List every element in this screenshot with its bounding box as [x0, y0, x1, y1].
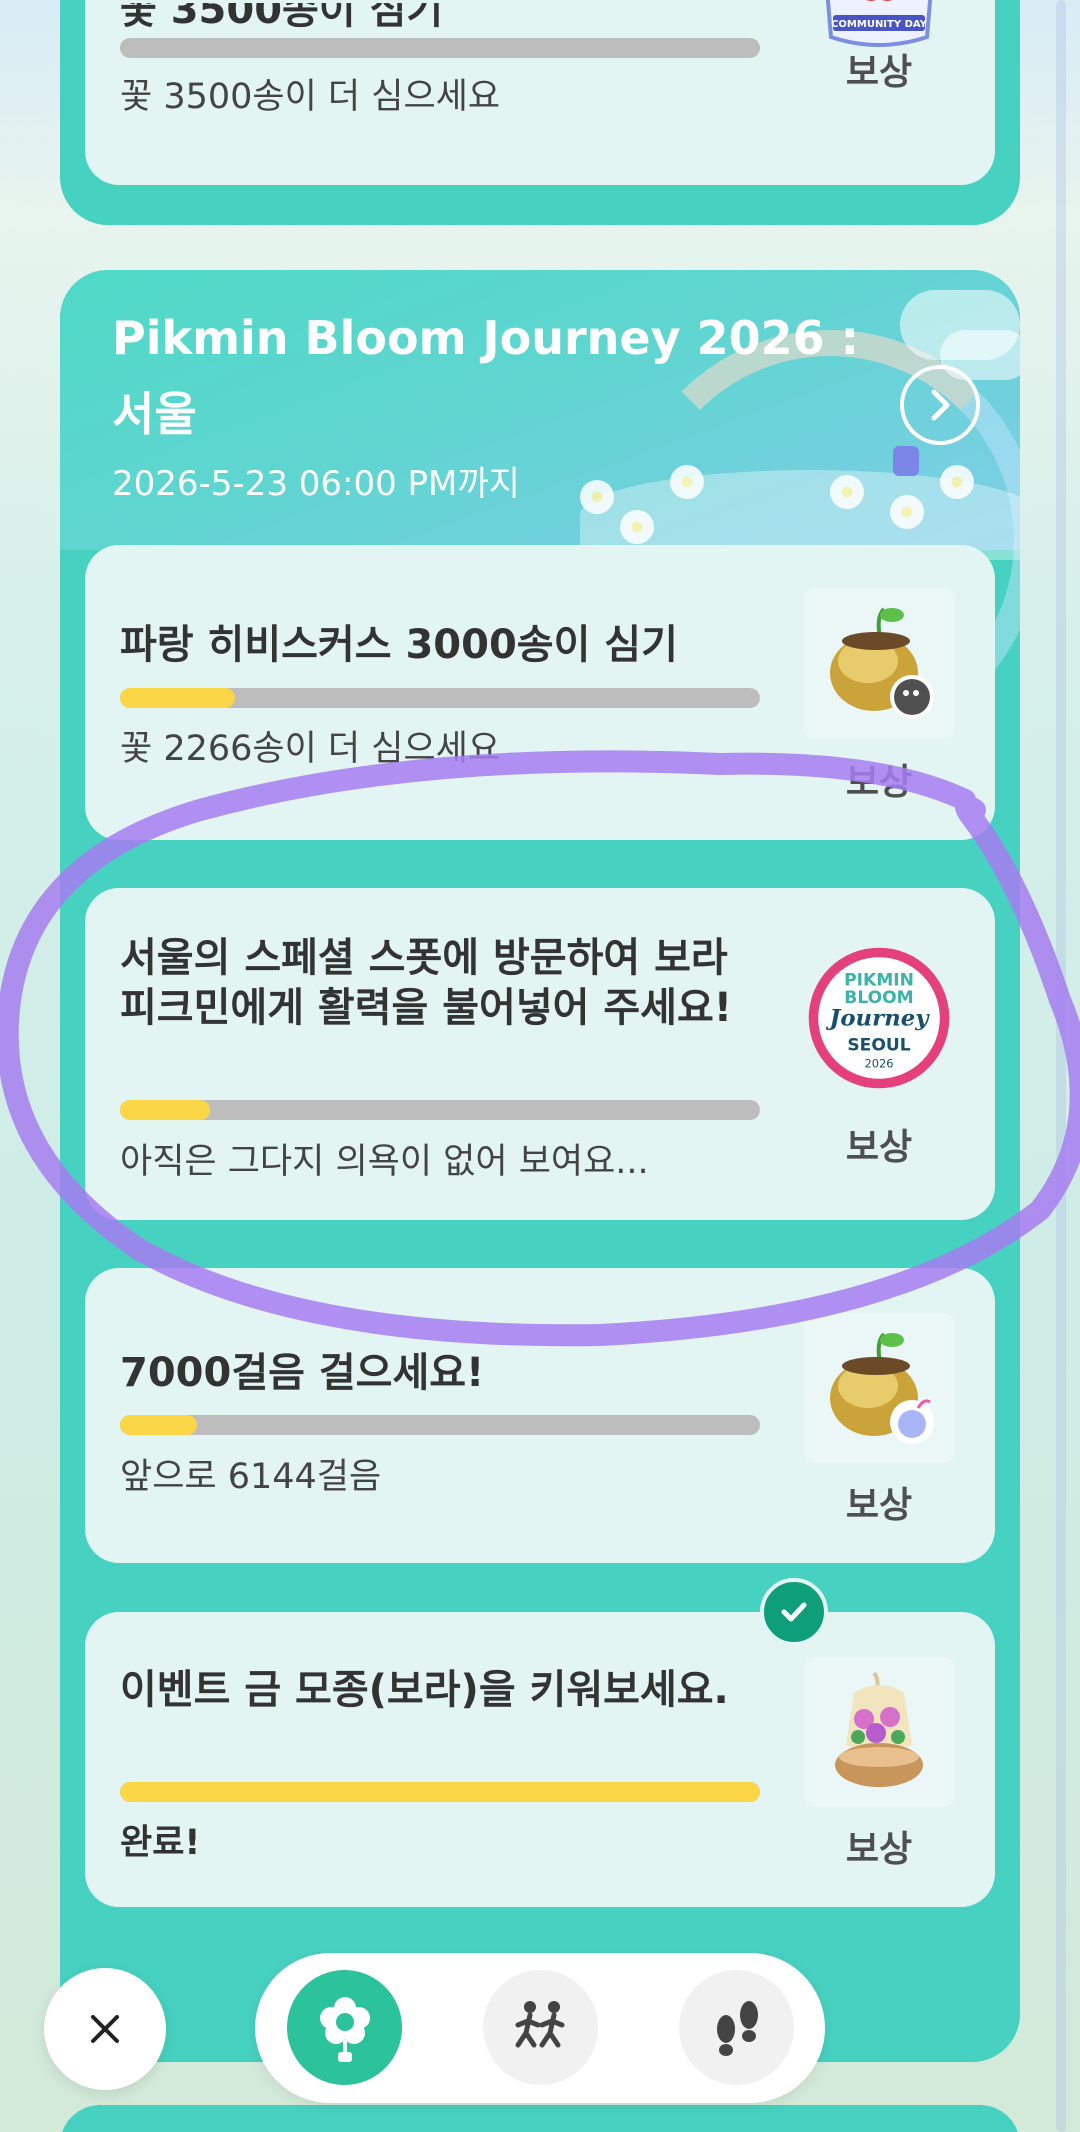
reward-image[interactable]	[803, 588, 955, 738]
scrollbar[interactable]	[1056, 0, 1066, 2132]
flower-bundle-icon	[835, 1671, 923, 1787]
event-title: Pikmin Bloom Journey 2026 : 서울	[112, 311, 860, 441]
task-subtitle: 아직은 그다지 의욕이 없어 보여요...	[120, 1142, 649, 1182]
next-event-panel	[60, 2105, 1020, 2132]
task-card-flowers-3500[interactable]: 꽃 3500송이 심기 꽃 3500송이 더 심으세요 COMMUNITY DA…	[85, 0, 995, 185]
progress-bar	[120, 688, 760, 708]
gold-pot-ice-icon	[830, 1332, 934, 1444]
reward-label: 보상	[845, 762, 913, 803]
progress-fill	[120, 688, 236, 708]
task-title: 꽃 3500송이 심기	[120, 0, 444, 33]
reward-image[interactable]: PIKMIN BLOOM Journey SEOUL 2026	[803, 943, 955, 1093]
progress-bar	[120, 1782, 760, 1802]
close-button[interactable]	[44, 1968, 166, 2090]
page-indicator	[893, 446, 919, 476]
reward-label: 보상	[845, 1127, 913, 1168]
nav-item-steps[interactable]	[679, 1970, 794, 2085]
task-subtitle: 꽃 3500송이 더 심으세요	[120, 77, 501, 117]
task-title: 이벤트 금 모종(보라)을 키워보세요.	[120, 1667, 729, 1713]
reward-image[interactable]	[803, 1657, 955, 1807]
progress-bar	[120, 1415, 760, 1435]
task-subtitle: 완료!	[120, 1823, 201, 1863]
task-card-blue-hibiscus[interactable]: 파랑 히비스커스 3000송이 심기 꽃 2266송이 더 심으세요 보상	[85, 545, 995, 840]
flower-decoration	[670, 465, 704, 499]
flower-decoration	[830, 475, 864, 509]
task-title: 서울의 스페셜 스폿에 방문하여 보라피크민에게 활력을 불어넣어 주세요!	[120, 935, 733, 1031]
task-subtitle: 꽃 2266송이 더 심으세요	[120, 729, 501, 769]
progress-fill	[120, 1415, 197, 1435]
progress-fill	[120, 1100, 210, 1120]
journey-seoul-badge-icon: PIKMIN BLOOM Journey SEOUL 2026	[808, 947, 950, 1089]
bottom-nav	[255, 1953, 825, 2103]
progress-fill	[120, 1782, 760, 1802]
chevron-right-icon	[931, 389, 950, 421]
flower-decoration	[580, 480, 614, 514]
reward-label: 보상	[845, 52, 913, 93]
task-card-grow-seedling[interactable]: 이벤트 금 모종(보라)을 키워보세요. 완료! 보상	[85, 1578, 995, 1907]
badge-line: Journey	[826, 1006, 931, 1032]
top-event-panel: 꽃 3500송이 심기 꽃 3500송이 더 심으세요 COMMUNITY DA…	[60, 0, 1020, 225]
completed-badge	[760, 1578, 828, 1646]
progress-bar	[120, 38, 760, 58]
flower-decoration	[890, 495, 924, 529]
footprints-icon	[716, 2000, 758, 2056]
task-card-steps[interactable]: 7000걸음 걸으세요! 앞으로 6144걸음 보상	[85, 1268, 995, 1563]
task-card-special-spot[interactable]: 서울의 스페셜 스폿에 방문하여 보라피크민에게 활력을 불어넣어 주세요! 아…	[85, 888, 995, 1220]
badge-line: SEOUL	[847, 1035, 910, 1055]
event-detail-button[interactable]	[900, 365, 980, 445]
progress-bar	[120, 1100, 760, 1120]
runners-icon	[515, 2000, 564, 2047]
reward-label: 보상	[845, 1829, 913, 1870]
event-deadline: 2026-5-23 06:00 PM까지	[112, 464, 520, 504]
nav-item-expeditions[interactable]	[483, 1970, 598, 2085]
nav-item-flower-challenges[interactable]	[287, 1970, 402, 2085]
task-title: 파랑 히비스커스 3000송이 심기	[120, 622, 678, 668]
checkmark-icon	[781, 1602, 807, 1622]
flower-decoration	[620, 510, 654, 544]
reward-image[interactable]	[803, 1313, 955, 1463]
task-subtitle: 앞으로 6144걸음	[120, 1457, 382, 1497]
close-icon	[91, 2015, 119, 2043]
flower-decoration	[940, 465, 974, 499]
gold-pot-pikmin-icon	[830, 607, 934, 719]
task-title: 7000걸음 걸으세요!	[120, 1350, 485, 1396]
badge-text: COMMUNITY DAY	[831, 19, 928, 30]
flower-balloon-icon	[319, 1996, 370, 2062]
reward-label: 보상	[845, 1485, 913, 1526]
badge-line: 2026	[865, 1056, 894, 1070]
